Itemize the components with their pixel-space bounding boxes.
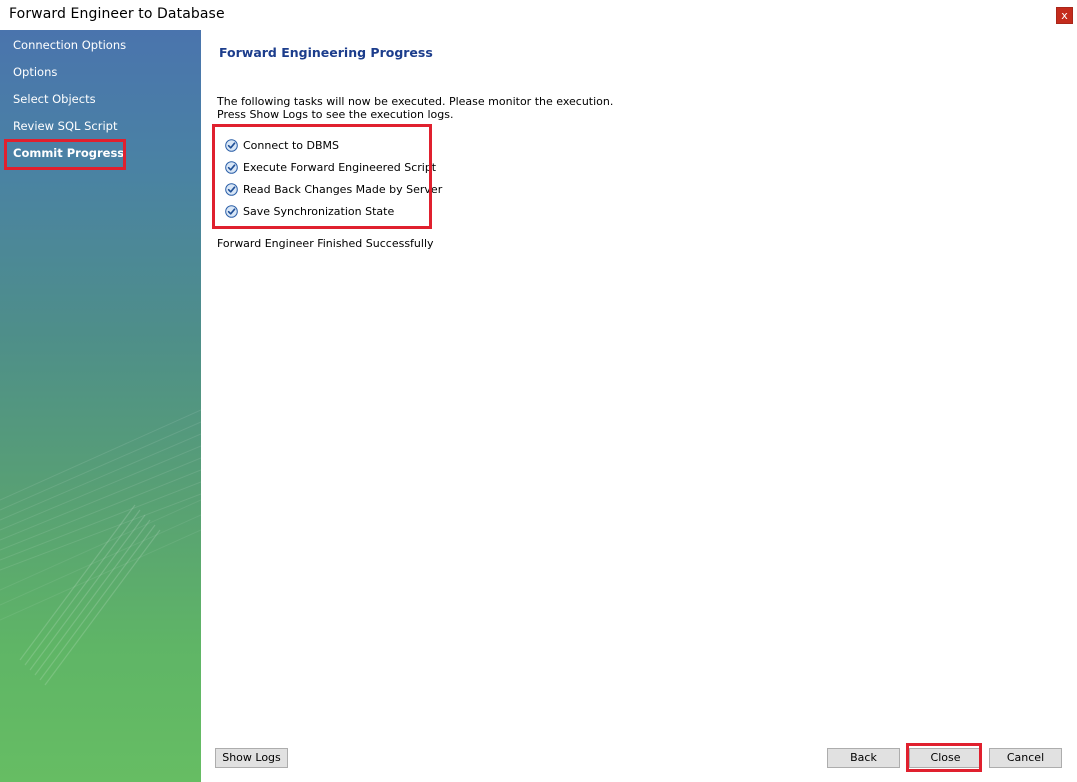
sidebar-decoration bbox=[0, 409, 201, 686]
main-panel: Forward Engineering Progress The followi… bbox=[201, 30, 1077, 782]
task-execute-script: Execute Forward Engineered Script bbox=[225, 159, 436, 175]
task-read-back-changes: Read Back Changes Made by Server bbox=[225, 181, 442, 197]
wizard-sidebar: Connection Options Options Select Object… bbox=[0, 30, 201, 782]
back-button[interactable]: Back bbox=[827, 748, 900, 768]
task-label: Save Synchronization State bbox=[243, 204, 395, 218]
sidebar-item-commit-progress[interactable]: Commit Progress bbox=[13, 146, 124, 160]
status-message: Forward Engineer Finished Successfully bbox=[217, 237, 434, 250]
sidebar-item-review-sql-script[interactable]: Review SQL Script bbox=[13, 119, 117, 133]
task-connect-to-dbms: Connect to DBMS bbox=[225, 137, 339, 153]
sidebar-item-connection-options[interactable]: Connection Options bbox=[13, 38, 126, 52]
task-label: Read Back Changes Made by Server bbox=[243, 182, 443, 196]
check-circle-icon bbox=[225, 160, 238, 174]
sidebar-item-options[interactable]: Options bbox=[13, 65, 57, 79]
check-circle-icon bbox=[225, 138, 238, 152]
window-title: Forward Engineer to Database bbox=[9, 6, 225, 22]
close-window-button[interactable]: x bbox=[1056, 7, 1073, 24]
description-line-2: Press Show Logs to see the execution log… bbox=[217, 108, 454, 121]
show-logs-button[interactable]: Show Logs bbox=[215, 748, 288, 768]
sidebar-item-select-objects[interactable]: Select Objects bbox=[13, 92, 96, 106]
task-label: Connect to DBMS bbox=[243, 138, 340, 152]
task-save-sync-state: Save Synchronization State bbox=[225, 203, 394, 219]
task-label: Execute Forward Engineered Script bbox=[243, 160, 437, 174]
cancel-button[interactable]: Cancel bbox=[989, 748, 1062, 768]
description-line-1: The following tasks will now be executed… bbox=[217, 95, 614, 108]
check-circle-icon bbox=[225, 204, 238, 218]
page-title: Forward Engineering Progress bbox=[219, 45, 433, 60]
close-button[interactable]: Close bbox=[909, 748, 982, 768]
check-circle-icon bbox=[225, 182, 238, 196]
forward-engineer-dialog: Forward Engineer to Database x Connectio… bbox=[0, 0, 1077, 782]
title-bar: Forward Engineer to Database x bbox=[0, 0, 1077, 31]
